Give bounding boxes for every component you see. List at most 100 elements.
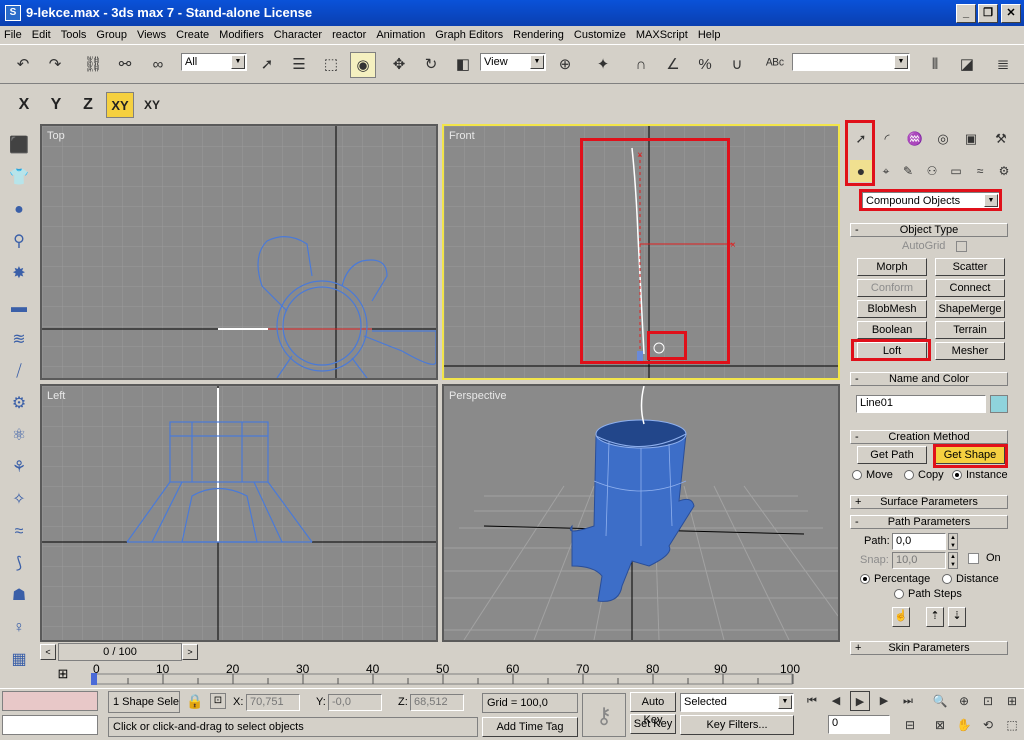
menu-modifiers[interactable]: Modifiers [219,29,264,41]
distance-radio[interactable]: Distance [942,573,999,585]
lock-selection-icon[interactable]: 🔒 [186,693,203,710]
modify-tab-icon[interactable]: ◜ [876,128,898,150]
dashpot-icon[interactable]: ⧸ [6,360,32,384]
rectangular-selection-icon[interactable]: ⬚ [318,52,344,78]
cameras-icon[interactable]: ⚇ [922,160,942,182]
key-filters-button[interactable]: Key Filters... [680,715,794,735]
viewport-front[interactable]: × × Front [442,124,840,380]
current-frame-field[interactable]: 0 [828,715,890,734]
ragdoll-icon[interactable]: ☗ [6,584,32,608]
auto-key-button[interactable]: Auto Key [630,692,676,726]
get-shape-button[interactable]: Get Shape [935,446,1005,464]
plane-icon[interactable]: ▬ [6,296,32,320]
menu-customize[interactable]: Customize [574,29,626,41]
mesher-button[interactable]: Mesher [935,342,1005,360]
select-and-rotate-icon[interactable]: ↻ [418,52,444,78]
selection-filter-dropdown[interactable]: All ▼ [181,53,247,71]
time-slider[interactable]: < 0 / 100 > [40,643,840,661]
loft-button[interactable]: Loft [857,342,927,360]
soft-body-collection-icon[interactable]: ● [6,198,32,222]
3ds-max-icon[interactable]: S [5,5,21,21]
path-steps-radio[interactable]: Path Steps [894,588,962,600]
angle-snap-icon[interactable]: ∠ [660,52,686,78]
viewport-top[interactable]: Top [40,124,438,380]
preview-animation-icon[interactable]: ▦ [6,648,32,672]
absolute-mode-icon[interactable]: ⊡ [210,693,226,709]
percent-snap-icon[interactable]: % [692,52,718,78]
snaps-toggle-icon[interactable]: ∩ [628,52,654,78]
key-mode-dropdown[interactable]: Selected ▼ [680,693,794,712]
percentage-radio[interactable]: Percentage [860,573,930,585]
name-and-color-rollout[interactable]: - Name and Color [850,372,1008,386]
go-to-start-icon[interactable]: ⏮ [802,691,822,711]
maxscript-listener-white[interactable] [2,715,98,735]
add-time-tag-button[interactable]: Add Time Tag [482,717,578,737]
play-icon[interactable]: ▶ [850,691,870,711]
time-configuration-icon[interactable]: ⊟ [900,715,920,735]
object-color-swatch[interactable] [990,395,1008,413]
maximize-button[interactable]: ❐ [978,4,998,23]
path-spinner[interactable]: ▲ ▼ [948,533,958,550]
select-object-icon[interactable]: ➚ [254,52,280,78]
creation-method-rollout[interactable]: - Creation Method [850,430,1008,444]
connect-button[interactable]: Connect [935,279,1005,297]
pivot-center-icon[interactable]: ⊕ [552,52,578,78]
rope-collection-icon[interactable]: ⚲ [6,230,32,254]
viewport-label[interactable]: Perspective [449,390,506,402]
set-key-button[interactable]: Set Key [630,714,676,734]
viewport-left[interactable]: Left [40,384,438,642]
snap-on-checkbox[interactable] [968,553,979,564]
object-category-dropdown[interactable]: Compound Objects ▼ [862,192,1000,209]
restrict-x-button[interactable]: X [10,92,38,118]
pick-shape-icon[interactable]: ☝ [892,607,910,627]
menu-create[interactable]: Create [176,29,209,41]
next-shape-icon[interactable]: ⇣ [948,607,966,627]
next-frame-icon[interactable]: ▶ [874,691,894,711]
zoom-extents-all-icon[interactable]: ⊞ [1002,691,1022,711]
path-field[interactable]: 0,0 [892,533,946,550]
z-coordinate-field[interactable]: 68,512 [410,694,464,711]
menu-tools[interactable]: Tools [61,29,87,41]
menu-graph-editors[interactable]: Graph Editors [435,29,503,41]
viewport-label[interactable]: Left [47,390,65,402]
pan-icon[interactable]: ✋ [954,715,974,735]
get-path-button[interactable]: Get Path [857,446,927,464]
spinner-snap-icon[interactable]: ∪ [724,52,750,78]
edit-named-selection-icon[interactable]: ᴬᴮᶜ [762,52,788,78]
spring-icon[interactable]: ≋ [6,328,32,352]
x-coordinate-field[interactable]: 70,751 [246,694,300,711]
arc-rotate-icon[interactable]: ⟲ [978,715,998,735]
conform-button[interactable]: Conform [857,279,927,297]
motor-icon[interactable]: ⚙ [6,392,32,416]
field-of-view-icon[interactable]: ⊠ [930,715,950,735]
shapemerge-button[interactable]: ShapeMerge [935,300,1005,318]
previous-shape-icon[interactable]: ⇡ [926,607,944,627]
menu-edit[interactable]: Edit [32,29,51,41]
menu-file[interactable]: File [4,29,22,41]
zoom-icon[interactable]: 🔍 [930,691,950,711]
shapes-icon[interactable]: ⌖ [876,160,896,182]
named-selection-dropdown[interactable]: ▼ [792,53,910,71]
menu-help[interactable]: Help [698,29,721,41]
toy-car-icon[interactable]: ⚘ [6,456,32,480]
geometry-icon[interactable]: ● [850,160,872,182]
restrict-xy-button[interactable]: XY [106,92,134,118]
menu-maxscript[interactable]: MAXScript [636,29,688,41]
display-tab-icon[interactable]: ▣ [960,128,982,150]
zoom-all-icon[interactable]: ⊕ [954,691,974,711]
terrain-button[interactable]: Terrain [935,321,1005,339]
create-tab-icon[interactable]: ➚ [850,128,872,150]
surface-parameters-rollout[interactable]: + Surface Parameters [850,495,1008,509]
systems-icon[interactable]: ⚙ [994,160,1014,182]
motion-tab-icon[interactable]: ◎ [932,128,954,150]
autogrid-checkbox[interactable] [956,241,967,252]
constraint-solver-icon[interactable]: ⟆ [6,552,32,576]
chevron-left-icon[interactable]: < [40,644,56,660]
viewport-label[interactable]: Top [47,130,65,142]
snap-spinner[interactable]: ▲ ▼ [948,552,958,569]
wind-icon[interactable]: ⚛ [6,424,32,448]
copy-radio[interactable]: Copy [904,469,944,481]
scatter-button[interactable]: Scatter [935,258,1005,276]
layer-manager-icon[interactable]: ≣ [990,52,1016,78]
go-to-end-icon[interactable]: ⏭ [898,691,918,711]
